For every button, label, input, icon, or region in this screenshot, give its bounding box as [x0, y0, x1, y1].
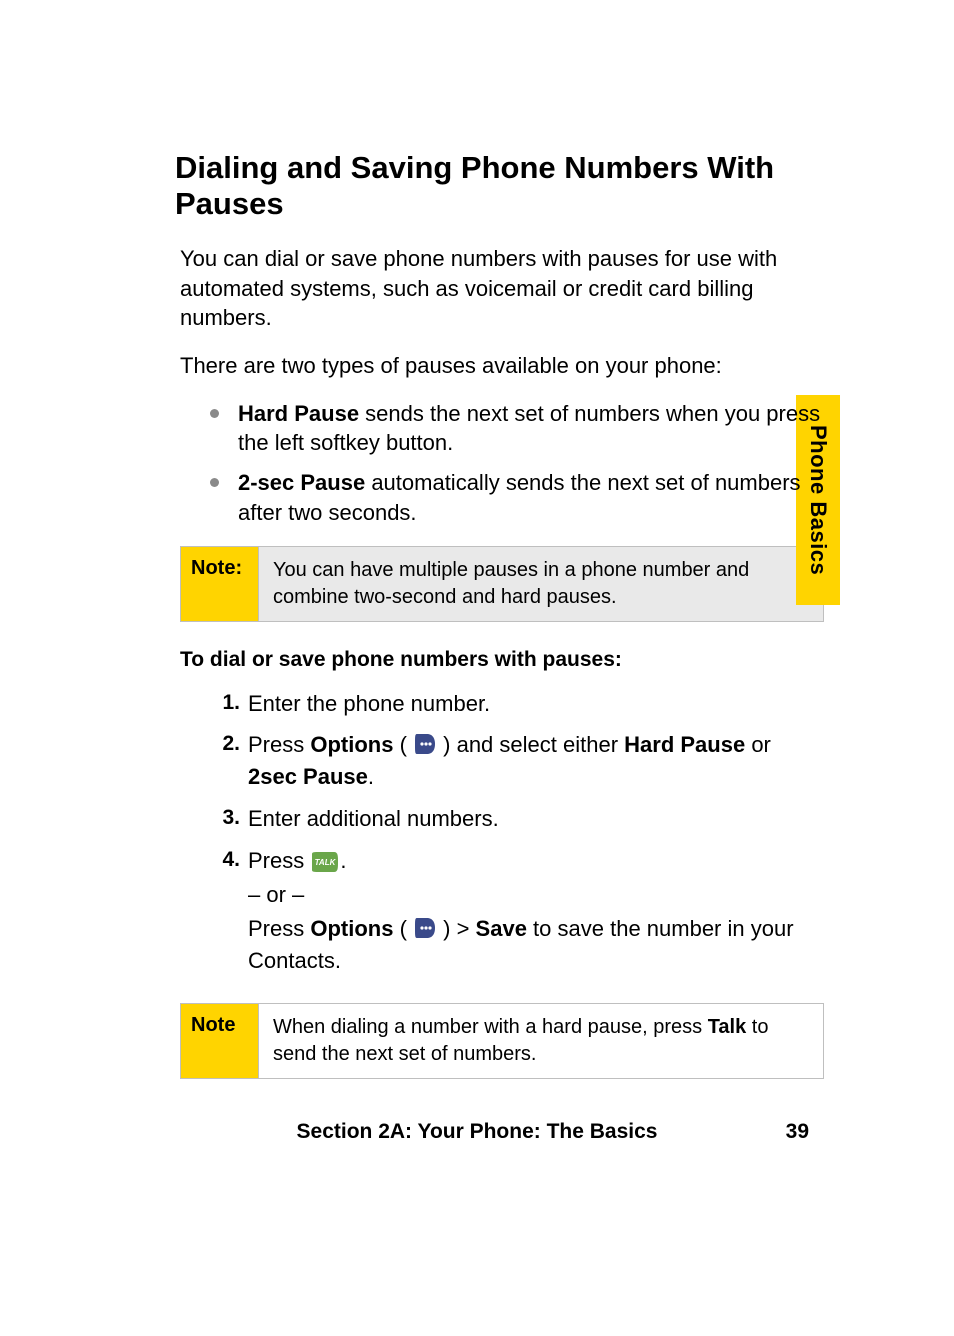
procedure-subhead: To dial or save phone numbers with pause… — [180, 648, 824, 672]
note-box-1: Note: You can have multiple pauses in a … — [180, 546, 824, 622]
step-4-paren-close: ) > — [437, 916, 476, 941]
bullet-hard-pause-lead: Hard Pause — [238, 401, 359, 426]
steps-list: Enter the phone number. Press Options ( … — [210, 688, 824, 977]
step-2-hard-pause: Hard Pause — [624, 732, 745, 757]
step-2-period: . — [368, 764, 374, 789]
softkey-icon-2 — [413, 916, 437, 940]
bullet-2sec-pause: 2-sec Pause automatically sends the next… — [210, 468, 824, 527]
step-2-paren-close: ) and select either — [437, 732, 624, 757]
page-footer: Section 2A: Your Phone: The Basics 39 — [0, 1120, 954, 1144]
footer-section: Section 2A: Your Phone: The Basics — [297, 1120, 658, 1143]
page-heading: Dialing and Saving Phone Numbers With Pa… — [175, 150, 824, 222]
page: Phone Basics Dialing and Saving Phone Nu… — [0, 0, 954, 1336]
step-4-paren-open: ( — [393, 916, 413, 941]
step-4-save: Save — [476, 916, 527, 941]
intro-paragraph-2: There are two types of pauses available … — [180, 351, 824, 381]
note-2-talk: Talk — [708, 1016, 747, 1038]
step-1: Enter the phone number. — [210, 688, 824, 720]
step-4-period: . — [340, 848, 346, 873]
talk-key-icon: TALK — [310, 850, 340, 874]
step-4: Press TALK. – or – Press Options ( ) > S… — [210, 845, 824, 977]
step-2-2sec-pause: 2sec Pause — [248, 764, 368, 789]
step-2-paren-open: ( — [393, 732, 413, 757]
step-2-or: or — [745, 732, 771, 757]
note-box-2: Note When dialing a number with a hard p… — [180, 1003, 824, 1079]
step-3: Enter additional numbers. — [210, 803, 824, 835]
svg-text:TALK: TALK — [315, 858, 337, 867]
step-2-press: Press — [248, 732, 310, 757]
step-4-options: Options — [310, 916, 393, 941]
note-content-1: You can have multiple pauses in a phone … — [259, 547, 823, 621]
intro-paragraph-1: You can dial or save phone numbers with … — [180, 244, 824, 333]
step-4-press2: Press — [248, 916, 310, 941]
footer-page-number: 39 — [786, 1120, 809, 1144]
step-2: Press Options ( ) and select either Hard… — [210, 729, 824, 793]
note-2-pre: When dialing a number with a hard pause,… — [273, 1016, 708, 1038]
note-label-1: Note: — [181, 547, 259, 621]
note-content-2: When dialing a number with a hard pause,… — [259, 1004, 823, 1078]
step-4-or: – or – — [248, 879, 824, 911]
note-label-2: Note — [181, 1004, 259, 1078]
step-2-options: Options — [310, 732, 393, 757]
pause-types-list: Hard Pause sends the next set of numbers… — [210, 399, 824, 528]
step-4-press: Press — [248, 848, 310, 873]
bullet-2sec-pause-lead: 2-sec Pause — [238, 470, 365, 495]
bullet-hard-pause: Hard Pause sends the next set of numbers… — [210, 399, 824, 458]
softkey-icon — [413, 732, 437, 756]
